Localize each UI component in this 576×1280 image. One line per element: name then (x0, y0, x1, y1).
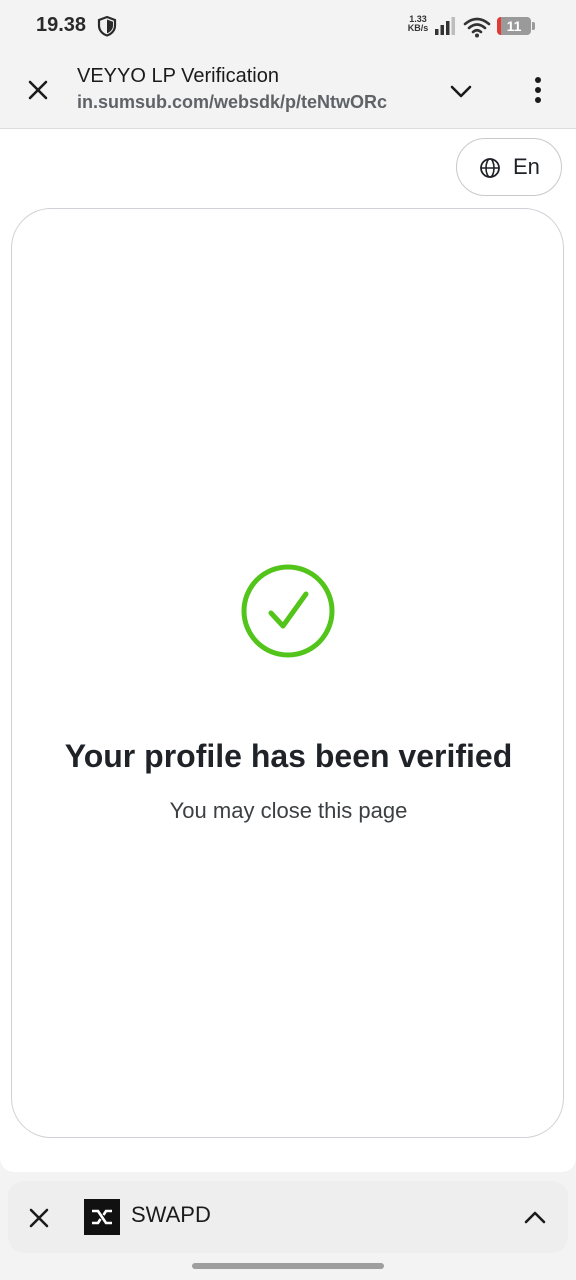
language-button[interactable]: En (456, 138, 562, 196)
wifi-icon (463, 17, 491, 38)
home-indicator[interactable] (192, 1263, 384, 1269)
checkmark-circle-icon (241, 564, 335, 658)
chevron-down-icon[interactable] (446, 76, 476, 106)
net-speed: 1.33 KB/s (404, 15, 432, 33)
battery-level: 11 (506, 18, 522, 34)
shield-icon (97, 15, 117, 37)
bottom-app-bar: SWAPD (8, 1181, 568, 1253)
browser-toolbar: VEYYO LP Verification in.sumsub.com/webs… (0, 52, 576, 129)
globe-icon (480, 158, 500, 178)
app-name[interactable]: SWAPD (131, 1202, 211, 1228)
battery-icon: 11 (497, 17, 537, 37)
url-fade (395, 92, 427, 116)
net-speed-unit: KB/s (407, 23, 429, 33)
page-url[interactable]: in.sumsub.com/websdk/p/teNtwORc (77, 92, 425, 113)
signal-icon (435, 17, 455, 35)
more-vert-icon[interactable] (524, 72, 552, 108)
page-title: VEYYO LP Verification (77, 65, 279, 87)
screen: 19.38 1.33 KB/s 11 VEYYO LP Verification… (0, 0, 576, 1280)
web-content: En Your profile has been verified You ma… (0, 129, 576, 1172)
verified-title: Your profile has been verified (64, 738, 513, 774)
swapd-logo-icon (84, 1199, 120, 1235)
verification-card: Your profile has been verified You may c… (11, 208, 564, 1138)
battery-cap (532, 22, 535, 30)
status-bar: 19.38 1.33 KB/s 11 (0, 0, 576, 52)
battery-body: 11 (497, 17, 531, 35)
close-icon[interactable] (22, 74, 54, 106)
status-time: 19.38 (36, 14, 87, 36)
language-label: En (513, 154, 540, 179)
verified-subtitle: You may close this page (169, 798, 408, 823)
chevron-up-icon[interactable] (519, 1202, 551, 1234)
close-icon[interactable] (24, 1203, 54, 1233)
